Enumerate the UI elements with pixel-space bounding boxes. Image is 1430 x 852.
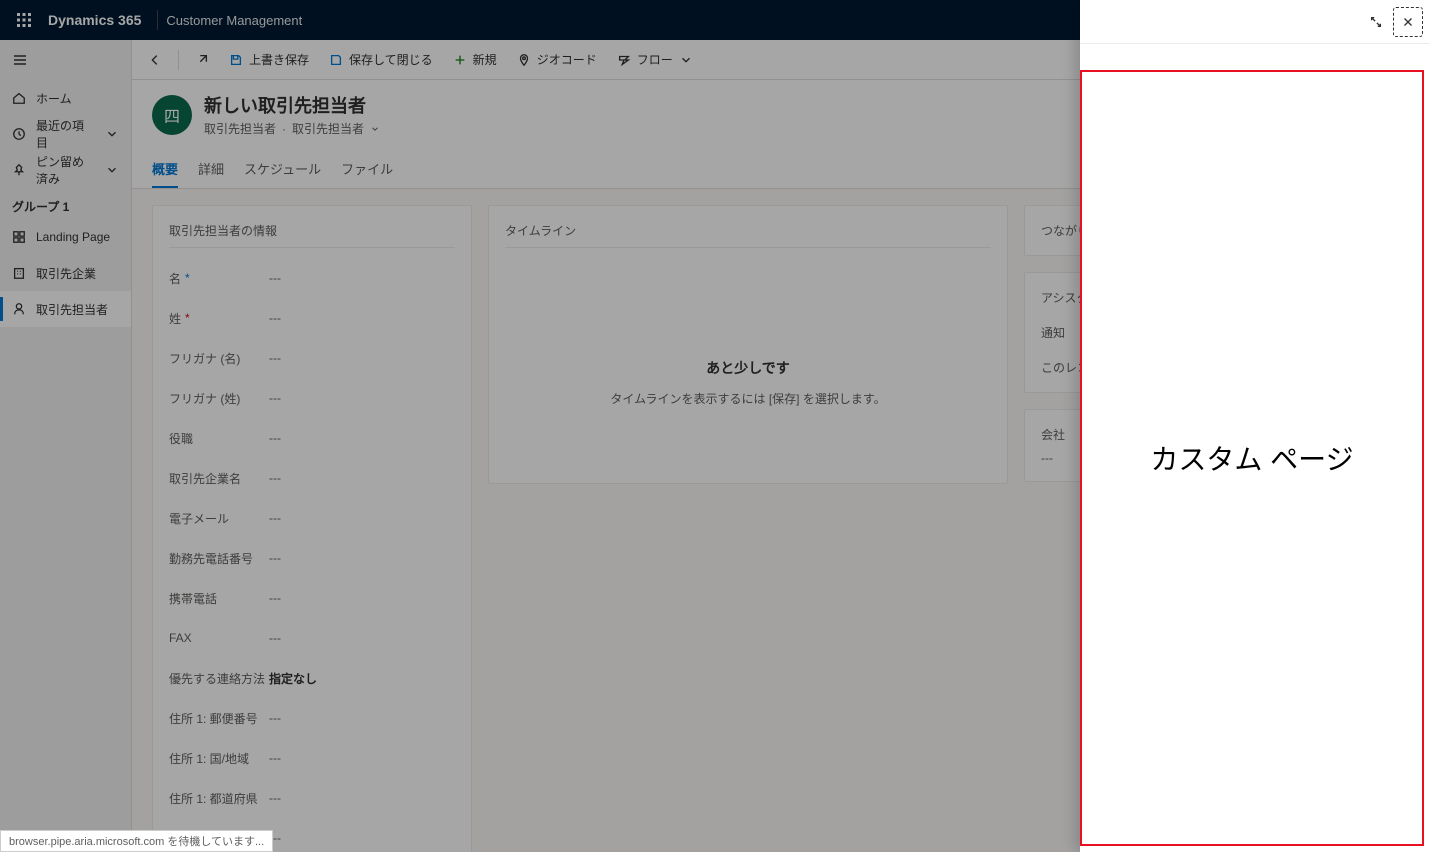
browser-status-bar: browser.pipe.aria.microsoft.com を待機しています… bbox=[0, 830, 273, 852]
side-panel: カスタム ページ bbox=[1080, 0, 1430, 852]
panel-body: カスタム ページ bbox=[1080, 70, 1424, 846]
close-button[interactable] bbox=[1394, 8, 1422, 36]
expand-button[interactable] bbox=[1362, 8, 1390, 36]
custom-page-label: カスタム ページ bbox=[1150, 438, 1353, 478]
expand-icon bbox=[1369, 15, 1383, 29]
close-icon bbox=[1401, 15, 1415, 29]
modal-scrim[interactable] bbox=[0, 0, 1080, 852]
status-text: browser.pipe.aria.microsoft.com を待機しています… bbox=[9, 833, 264, 849]
panel-header bbox=[1080, 0, 1430, 44]
